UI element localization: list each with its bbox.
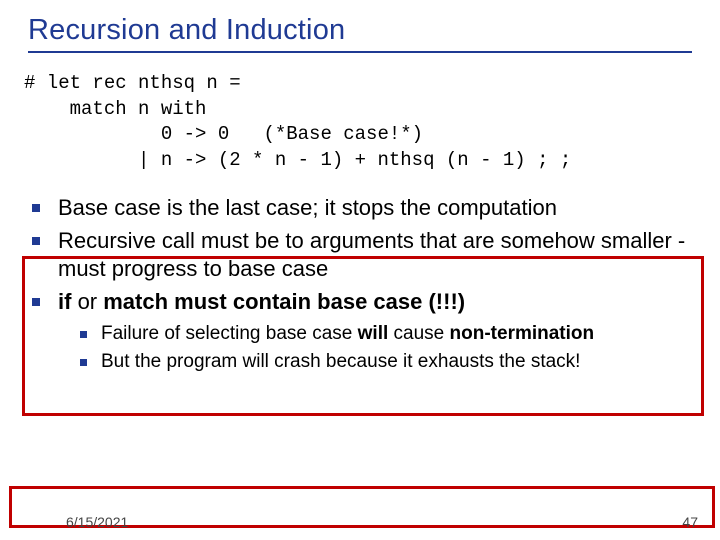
bullet-icon: [80, 331, 87, 338]
bullet-icon: [32, 237, 40, 245]
bullet-text: Base case is the last case; it stops the…: [58, 194, 557, 222]
bullet-icon: [32, 298, 40, 306]
code-block: # let rec nthsq n = match n with 0 -> 0 …: [24, 71, 692, 174]
bullet-text: But the program will crash because it ex…: [101, 350, 580, 375]
bullet-text: Failure of selecting base case will caus…: [101, 322, 594, 347]
list-item: But the program will crash because it ex…: [72, 350, 692, 375]
footer-date: 6/15/2021: [66, 514, 128, 530]
list-item: Recursive call must be to arguments that…: [24, 227, 692, 282]
slide-title: Recursion and Induction: [28, 14, 692, 47]
bullet-text: if or match must contain base case (!!!): [58, 288, 465, 316]
bullet-text: Recursive call must be to arguments that…: [58, 227, 692, 282]
page-number: 47: [682, 514, 698, 530]
bullet-list: Base case is the last case; it stops the…: [24, 194, 692, 316]
list-item: if or match must contain base case (!!!): [24, 288, 692, 316]
code-line: match n with: [24, 98, 206, 120]
list-item: Base case is the last case; it stops the…: [24, 194, 692, 222]
code-line: # let rec nthsq n =: [24, 72, 241, 94]
sub-bullet-list: Failure of selecting base case will caus…: [72, 322, 692, 375]
bullet-icon: [80, 359, 87, 366]
list-item: Failure of selecting base case will caus…: [72, 322, 692, 347]
code-line: 0 -> 0 (*Base case!*): [24, 123, 423, 145]
code-line: | n -> (2 * n - 1) + nthsq (n - 1) ; ;: [24, 149, 571, 171]
bullet-icon: [32, 204, 40, 212]
title-rule: [28, 51, 692, 53]
